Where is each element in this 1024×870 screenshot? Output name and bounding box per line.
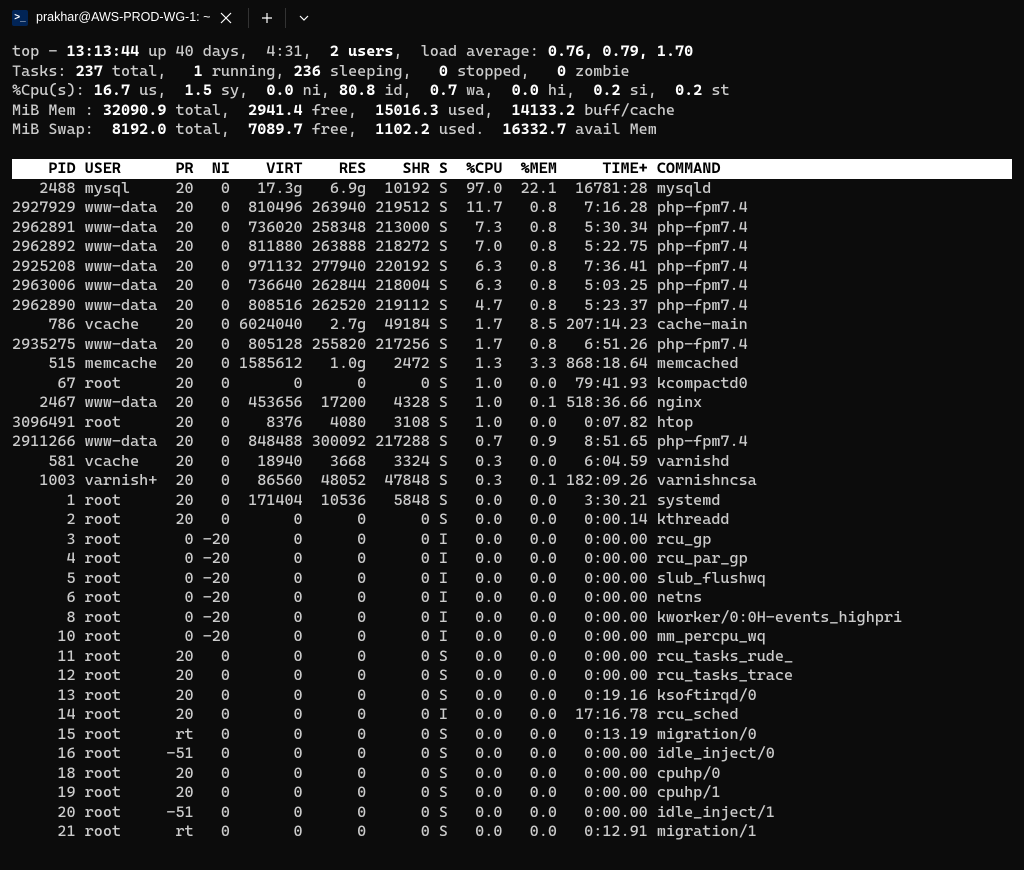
process-row: 14 root 20 0 0 0 0 I 0.0 0.0 17:16.78 rc… xyxy=(12,705,1012,725)
tab-divider xyxy=(285,8,286,28)
process-row: 5 root 0 -20 0 0 0 I 0.0 0.0 0:00.00 slu… xyxy=(12,569,1012,589)
process-row: 13 root 20 0 0 0 0 S 0.0 0.0 0:19.16 kso… xyxy=(12,686,1012,706)
top-summary-cpu: %Cpu(s): 16.7 us, 1.5 sy, 0.0 ni, 80.8 i… xyxy=(12,81,1012,101)
process-row: 21 root rt 0 0 0 0 S 0.0 0.0 0:12.91 mig… xyxy=(12,822,1012,842)
process-row: 2963006 www-data 20 0 736640 262844 2180… xyxy=(12,276,1012,296)
process-row: 2927929 www-data 20 0 810496 263940 2195… xyxy=(12,198,1012,218)
process-row: 1 root 20 0 171404 10536 5848 S 0.0 0.0 … xyxy=(12,491,1012,511)
process-row: 15 root rt 0 0 0 0 S 0.0 0.0 0:13.19 mig… xyxy=(12,725,1012,745)
process-row: 786 vcache 20 0 6024040 2.7g 49184 S 1.7… xyxy=(12,315,1012,335)
top-summary-mem: MiB Mem : 32090.9 total, 2941.4 free, 15… xyxy=(12,101,1012,121)
dropdown-button[interactable] xyxy=(288,0,320,36)
blank-line xyxy=(12,140,1012,160)
process-row: 11 root 20 0 0 0 0 S 0.0 0.0 0:00.00 rcu… xyxy=(12,647,1012,667)
powershell-icon: >_ xyxy=(12,10,28,26)
process-row: 3 root 0 -20 0 0 0 I 0.0 0.0 0:00.00 rcu… xyxy=(12,530,1012,550)
top-summary-tasks: Tasks: 237 total, 1 running, 236 sleepin… xyxy=(12,62,1012,82)
process-row: 515 memcache 20 0 1585612 1.0g 2472 S 1.… xyxy=(12,354,1012,374)
process-row: 2 root 20 0 0 0 0 S 0.0 0.0 0:00.14 kthr… xyxy=(12,510,1012,530)
process-row: 18 root 20 0 0 0 0 S 0.0 0.0 0:00.00 cpu… xyxy=(12,764,1012,784)
top-summary-swap: MiB Swap: 8192.0 total, 7089.7 free, 110… xyxy=(12,120,1012,140)
process-row: 16 root -51 0 0 0 0 S 0.0 0.0 0:00.00 id… xyxy=(12,744,1012,764)
process-row: 2962892 www-data 20 0 811880 263888 2182… xyxy=(12,237,1012,257)
process-row: 8 root 0 -20 0 0 0 I 0.0 0.0 0:00.00 kwo… xyxy=(12,608,1012,628)
process-row: 3096491 root 20 0 8376 4080 3108 S 1.0 0… xyxy=(12,413,1012,433)
process-row: 10 root 0 -20 0 0 0 I 0.0 0.0 0:00.00 mm… xyxy=(12,627,1012,647)
process-row: 581 vcache 20 0 18940 3668 3324 S 0.3 0.… xyxy=(12,452,1012,472)
terminal-tab[interactable]: >_ prakhar@AWS-PROD-WG-1: ~ xyxy=(0,0,246,36)
process-row: 19 root 20 0 0 0 0 S 0.0 0.0 0:00.00 cpu… xyxy=(12,783,1012,803)
process-row: 20 root -51 0 0 0 0 S 0.0 0.0 0:00.00 id… xyxy=(12,803,1012,823)
process-row: 2962890 www-data 20 0 808516 262520 2191… xyxy=(12,296,1012,316)
tab-divider xyxy=(248,8,249,28)
process-header: PID USER PR NI VIRT RES SHR S %CPU %MEM … xyxy=(12,159,1012,179)
terminal-output[interactable]: top - 13:13:44 up 40 days, 4:31, 2 users… xyxy=(0,36,1024,848)
process-row: 4 root 0 -20 0 0 0 I 0.0 0.0 0:00.00 rcu… xyxy=(12,549,1012,569)
new-tab-button[interactable] xyxy=(251,0,283,36)
process-row: 2935275 www-data 20 0 805128 255820 2172… xyxy=(12,335,1012,355)
process-row: 12 root 20 0 0 0 0 S 0.0 0.0 0:00.00 rcu… xyxy=(12,666,1012,686)
process-row: 6 root 0 -20 0 0 0 I 0.0 0.0 0:00.00 net… xyxy=(12,588,1012,608)
top-summary-uptime: top - 13:13:44 up 40 days, 4:31, 2 users… xyxy=(12,42,1012,62)
process-row: 67 root 20 0 0 0 0 S 1.0 0.0 79:41.93 kc… xyxy=(12,374,1012,394)
process-row: 2488 mysql 20 0 17.3g 6.9g 10192 S 97.0 … xyxy=(12,179,1012,199)
process-row: 2925208 www-data 20 0 971132 277940 2201… xyxy=(12,257,1012,277)
process-row: 2467 www-data 20 0 453656 17200 4328 S 1… xyxy=(12,393,1012,413)
process-row: 2962891 www-data 20 0 736020 258348 2130… xyxy=(12,218,1012,238)
titlebar: >_ prakhar@AWS-PROD-WG-1: ~ xyxy=(0,0,1024,36)
close-tab-button[interactable] xyxy=(218,10,234,26)
process-row: 2911266 www-data 20 0 848488 300092 2172… xyxy=(12,432,1012,452)
process-row: 1003 varnish+ 20 0 86560 48052 47848 S 0… xyxy=(12,471,1012,491)
tab-title: prakhar@AWS-PROD-WG-1: ~ xyxy=(36,8,210,28)
